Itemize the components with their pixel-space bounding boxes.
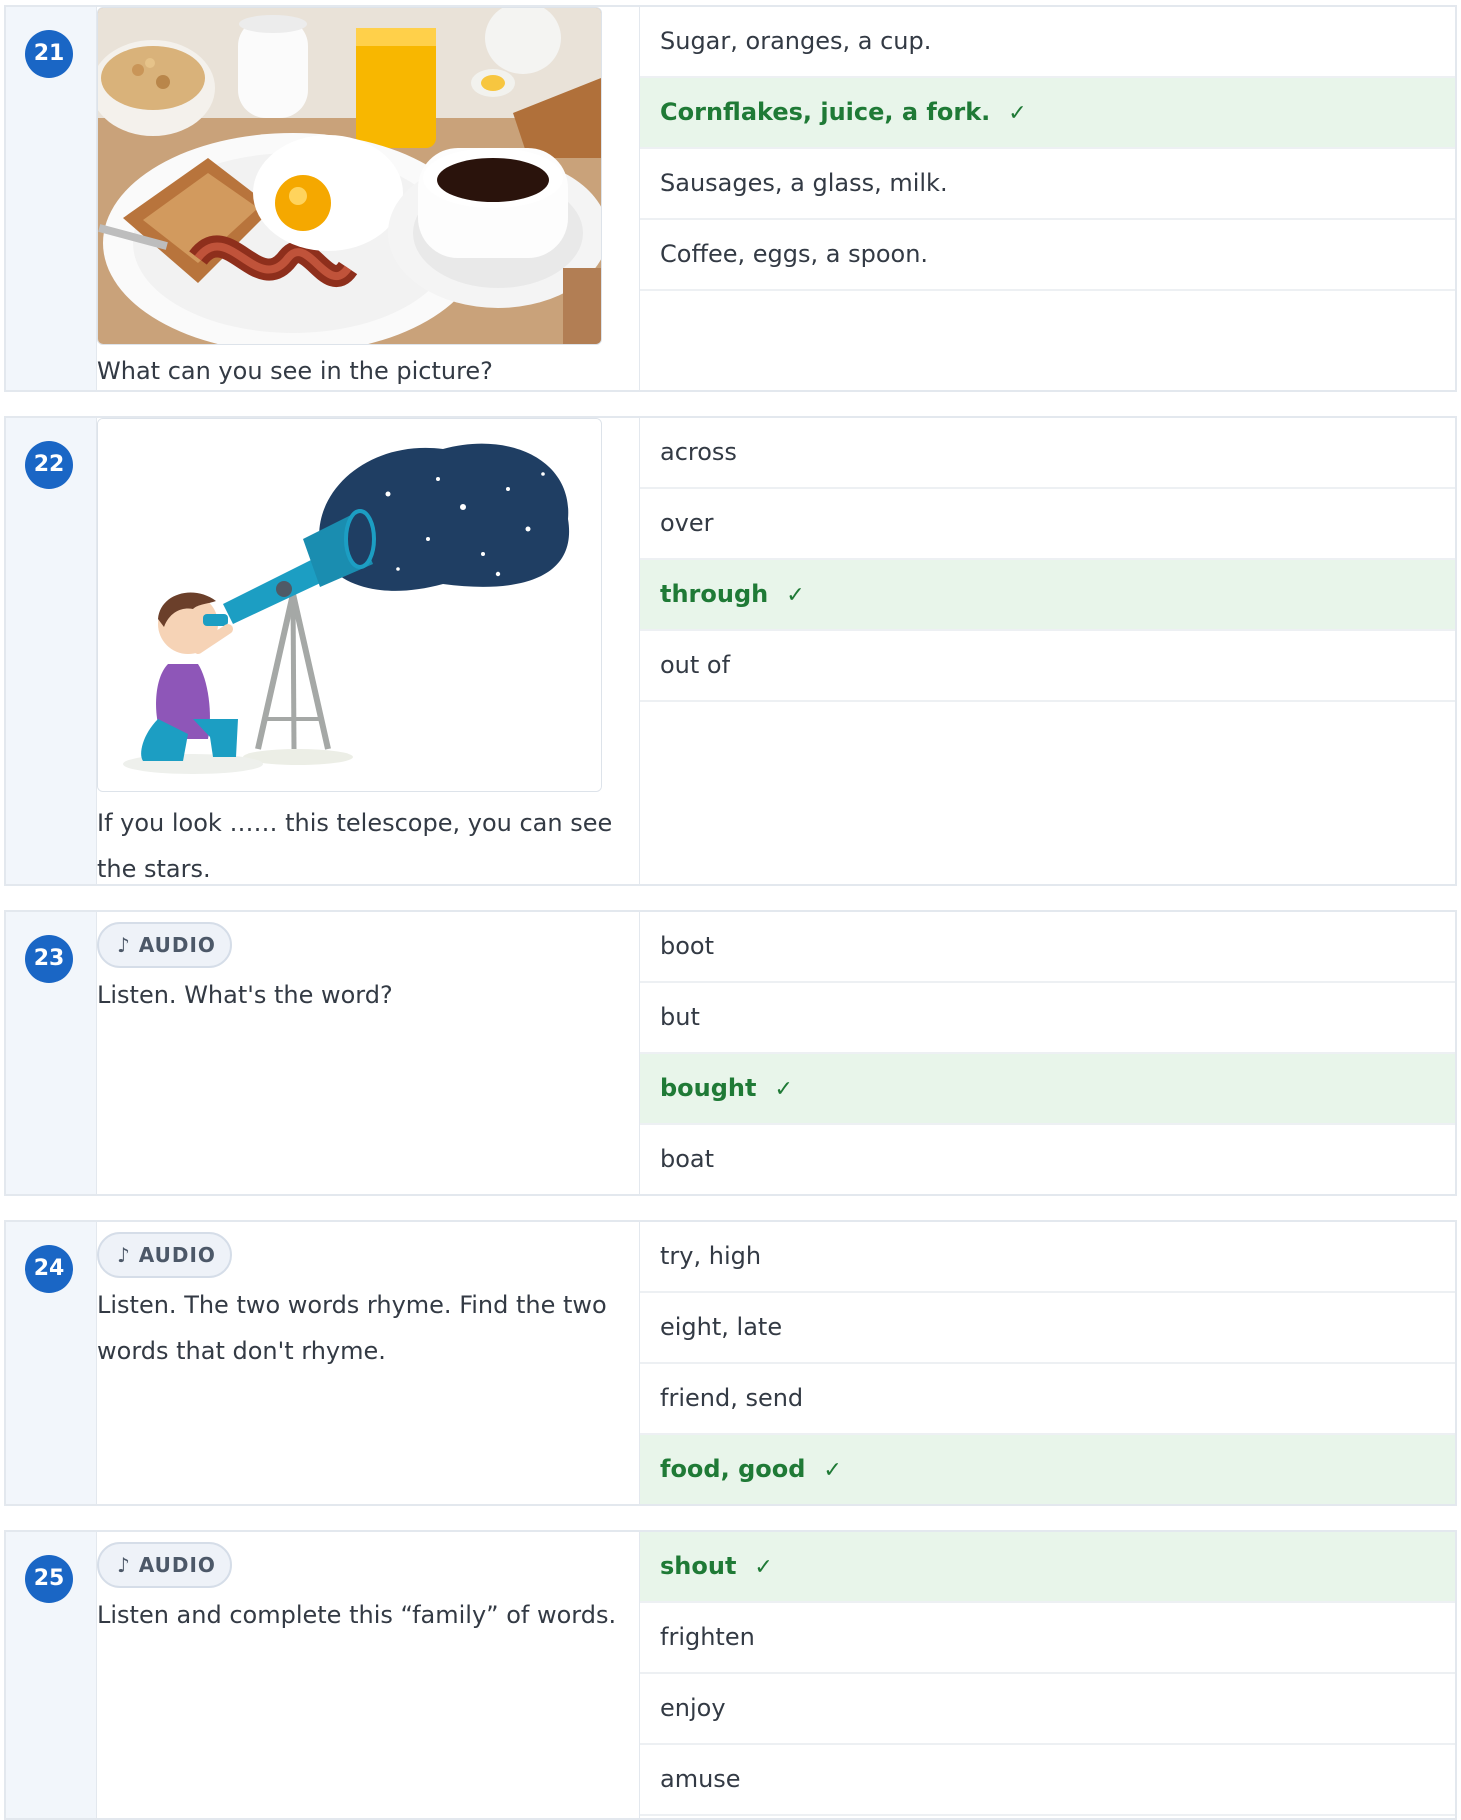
music-note-icon: ♪	[117, 1553, 131, 1577]
music-note-icon: ♪	[117, 933, 131, 957]
question-prompt-column: ♪ AUDIO Listen. The two words rhyme. Fin…	[97, 1222, 640, 1504]
question-card-22: 22 If you look …… this telescope, you ca…	[4, 416, 1457, 886]
check-icon: ✓	[774, 1077, 793, 1102]
answer-option[interactable]: across	[640, 418, 1455, 489]
answer-option-text: try, high	[660, 1242, 762, 1270]
question-number-badge: 22	[25, 441, 73, 489]
check-icon: ✓	[754, 1555, 773, 1580]
answer-option-text: enjoy	[660, 1694, 726, 1722]
music-note-icon: ♪	[117, 1243, 131, 1267]
question-prompt: What can you see in the picture?	[97, 357, 493, 385]
answer-option-text: Sugar, oranges, a cup.	[660, 27, 932, 55]
answer-options: Sugar, oranges, a cup. Cornflakes, juice…	[640, 7, 1455, 291]
answer-option-text: eight, late	[660, 1313, 783, 1341]
answer-option-text: out of	[660, 651, 731, 679]
answer-option[interactable]: friend, send	[640, 1364, 1455, 1435]
answer-option-text: amuse	[660, 1765, 741, 1793]
answer-option[interactable]: Sausages, a glass, milk.	[640, 149, 1455, 220]
play-audio-button[interactable]: ♪ AUDIO	[97, 1232, 232, 1278]
audio-button-label: AUDIO	[138, 1553, 216, 1577]
answer-option-text: frighten	[660, 1623, 755, 1651]
question-card-21: 21 What can you see in the picture? Suga…	[4, 5, 1457, 392]
play-audio-button[interactable]: ♪ AUDIO	[97, 922, 232, 968]
question-number-column: 23	[6, 912, 97, 1194]
question-prompt: If you look …… this telescope, you can s…	[97, 809, 613, 883]
answer-option-correct[interactable]: through ✓	[640, 560, 1455, 631]
answer-option-text: Sausages, a glass, milk.	[660, 169, 948, 197]
breakfast-photo	[97, 7, 602, 345]
question-card-24: 24 ♪ AUDIO Listen. The two words rhyme. …	[4, 1220, 1457, 1506]
answer-option[interactable]: boot	[640, 912, 1455, 983]
answer-option-correct[interactable]: food, good ✓	[640, 1435, 1455, 1504]
check-icon: ✓	[786, 583, 805, 608]
question-number-badge: 21	[25, 30, 73, 78]
question-number-column: 24	[6, 1222, 97, 1504]
answer-option-text: shout	[660, 1552, 737, 1580]
answer-option-text: friend, send	[660, 1384, 804, 1412]
check-icon: ✓	[823, 1458, 842, 1483]
answer-option-text: food, good	[660, 1455, 806, 1483]
question-number-badge: 23	[25, 935, 73, 983]
answer-option[interactable]: amuse	[640, 1745, 1455, 1816]
answer-options: boot but bought ✓ boat	[640, 912, 1455, 1194]
answer-option[interactable]: over	[640, 489, 1455, 560]
telescope-illustration	[97, 418, 602, 792]
question-card-23: 23 ♪ AUDIO Listen. What's the word? boot…	[4, 910, 1457, 1196]
question-number-column: 21	[6, 7, 97, 390]
question-number-badge: 25	[25, 1555, 73, 1603]
question-prompt: Listen and complete this “family” of wor…	[97, 1601, 617, 1629]
answer-option-text: Coffee, eggs, a spoon.	[660, 240, 929, 268]
play-audio-button[interactable]: ♪ AUDIO	[97, 1542, 232, 1588]
question-number-column: 25	[6, 1532, 97, 1818]
answer-option[interactable]: frighten	[640, 1603, 1455, 1674]
answer-options: try, high eight, late friend, send food,…	[640, 1222, 1455, 1504]
answer-option-text: through	[660, 580, 769, 608]
question-prompt-column: ♪ AUDIO Listen. What's the word?	[97, 912, 640, 1194]
answer-option[interactable]: out of	[640, 631, 1455, 702]
answer-option[interactable]: Sugar, oranges, a cup.	[640, 7, 1455, 78]
answer-option[interactable]: boat	[640, 1125, 1455, 1194]
answer-options: across over through ✓ out of	[640, 418, 1455, 702]
answer-option-correct[interactable]: bought ✓	[640, 1054, 1455, 1125]
answer-option-text: Cornflakes, juice, a fork.	[660, 98, 991, 126]
question-prompt: Listen. The two words rhyme. Find the tw…	[97, 1291, 607, 1365]
answer-option-text: but	[660, 1003, 700, 1031]
question-card-25: 25 ♪ AUDIO Listen and complete this “fam…	[4, 1530, 1457, 1820]
audio-button-label: AUDIO	[138, 1243, 216, 1267]
question-number-column: 22	[6, 418, 97, 884]
question-prompt-column: ♪ AUDIO Listen and complete this “family…	[97, 1532, 640, 1818]
question-prompt: Listen. What's the word?	[97, 981, 393, 1009]
answer-option-text: boat	[660, 1145, 715, 1173]
answer-option-correct[interactable]: Cornflakes, juice, a fork. ✓	[640, 78, 1455, 149]
audio-button-label: AUDIO	[138, 933, 216, 957]
question-prompt-column: What can you see in the picture?	[97, 7, 640, 390]
answer-option-text: across	[660, 438, 737, 466]
answer-option[interactable]: but	[640, 983, 1455, 1054]
answer-option[interactable]: enjoy	[640, 1674, 1455, 1745]
answer-option-text: bought	[660, 1074, 757, 1102]
question-number-badge: 24	[25, 1245, 73, 1293]
answer-option-correct[interactable]: shout ✓	[640, 1532, 1455, 1603]
question-prompt-column: If you look …… this telescope, you can s…	[97, 418, 640, 884]
answer-option[interactable]: Coffee, eggs, a spoon.	[640, 220, 1455, 291]
answer-option-text: over	[660, 509, 714, 537]
answer-options: shout ✓ frighten enjoy amuse	[640, 1532, 1455, 1816]
answer-option-text: boot	[660, 932, 715, 960]
answer-option[interactable]: eight, late	[640, 1293, 1455, 1364]
check-icon: ✓	[1008, 101, 1027, 126]
answer-option[interactable]: try, high	[640, 1222, 1455, 1293]
